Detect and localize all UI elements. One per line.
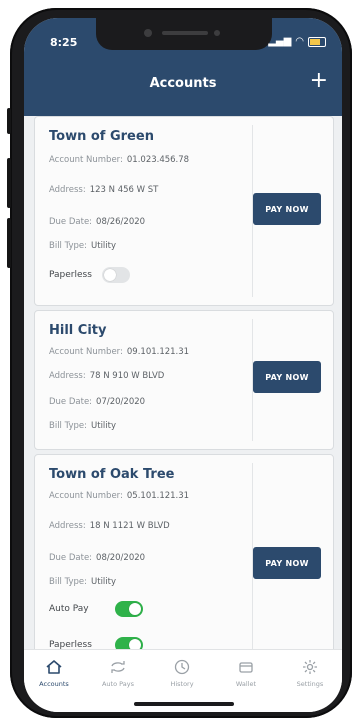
paperless-row: Paperless [49,267,130,283]
accounts-list[interactable]: Town of Green Account Number: 01.023.456.… [24,116,342,650]
bill-type-value: Utility [91,577,117,587]
home-icon [46,660,62,674]
account-name: Hill City [49,323,107,338]
due-date-label: Due Date: [49,217,93,227]
due-date-row: Due Date: 08/20/2020 [49,553,145,563]
mute-switch [7,108,11,134]
address-value: 18 N 1121 W BLVD [89,521,170,531]
account-number-value: 05.101.121.31 [126,491,190,501]
account-number-label: Account Number: [49,155,123,165]
home-indicator[interactable] [134,702,234,706]
address-value: 123 N 456 W ST [89,185,159,195]
address-value: 78 N 910 W BLVD [89,371,165,381]
address-row: Address: 18 N 1121 W BLVD [49,521,170,531]
account-name: Town of Green [49,129,154,144]
autopay-label: Auto Pay [49,604,89,614]
account-number-label: Account Number: [49,491,123,501]
autopay-row: Auto Pay [49,601,143,617]
app-screen: 8:25 ▂▄▆ ◠ Accounts + Town of Green Acco… [24,18,342,712]
battery-icon [308,36,326,47]
bill-type-value: Utility [91,421,117,431]
tab-bar: Accounts Auto Pays History Wallet Settin… [24,649,342,712]
volume-down-button [7,218,11,268]
wifi-icon: ◠ [295,36,304,47]
account-name: Town of Oak Tree [49,467,175,482]
address-label: Address: [49,371,86,381]
due-date-value: 08/20/2020 [96,553,146,563]
account-card: Town of Oak Tree Account Number: 05.101.1… [34,454,334,650]
account-number-value: 01.023.456.78 [126,155,190,165]
wallet-icon [239,662,253,673]
address-row: Address: 123 N 456 W ST [49,185,158,195]
account-number-row: Account Number: 09.101.121.31 [49,347,189,357]
tab-label: Settings [296,680,324,688]
bill-type-label: Bill Type: [49,421,88,431]
pay-now-button[interactable]: PAY NOW [253,193,321,225]
due-date-label: Due Date: [49,553,93,563]
notch [96,18,272,50]
address-label: Address: [49,521,86,531]
status-icons: ▂▄▆ ◠ [268,36,326,47]
repeat-icon [111,661,125,673]
toggle-knob [103,269,116,281]
status-time: 8:25 [50,36,78,49]
bill-type-row: Bill Type: Utility [49,421,116,431]
sensor-dot [214,30,220,36]
tab-auto-pays[interactable]: Auto Pays [88,658,148,688]
page-title: Accounts [149,76,217,91]
account-card: Hill City Account Number: 09.101.121.31 A… [34,310,334,450]
account-number-label: Account Number: [49,347,123,357]
tab-label: Auto Pays [101,680,134,688]
autopay-toggle[interactable] [115,601,143,617]
bill-type-value: Utility [91,241,117,251]
tab-settings[interactable]: Settings [280,658,340,688]
due-date-row: Due Date: 07/20/2020 [49,397,145,407]
signal-icon: ▂▄▆ [268,36,292,47]
gear-icon [303,660,317,674]
camera-icon [144,29,152,37]
address-row: Address: 78 N 910 W BLVD [49,371,164,381]
tab-history[interactable]: History [152,658,212,688]
tab-label: Wallet [235,680,257,688]
tab-label: History [170,680,194,688]
due-date-label: Due Date: [49,397,93,407]
tab-label: Accounts [39,680,69,688]
bill-type-label: Bill Type: [49,577,88,587]
due-date-row: Due Date: 08/26/2020 [49,217,145,227]
due-date-value: 07/20/2020 [96,397,146,407]
paperless-label: Paperless [49,270,92,280]
add-account-button[interactable]: + [310,68,328,93]
clock-icon [174,659,190,675]
tab-accounts[interactable]: Accounts [24,658,84,688]
speaker-grille [162,31,208,35]
pay-now-button[interactable]: PAY NOW [253,361,321,393]
tab-wallet[interactable]: Wallet [216,658,276,688]
address-label: Address: [49,185,86,195]
account-card: Town of Green Account Number: 01.023.456.… [34,116,334,306]
pay-now-button[interactable]: PAY NOW [253,547,321,579]
volume-up-button [7,158,11,208]
account-number-row: Account Number: 01.023.456.78 [49,155,189,165]
account-number-row: Account Number: 05.101.121.31 [49,491,189,501]
app-header: 8:25 ▂▄▆ ◠ Accounts + [24,18,342,116]
toggle-knob [129,603,141,615]
paperless-toggle[interactable] [101,267,130,283]
bill-type-label: Bill Type: [49,241,88,251]
due-date-value: 08/26/2020 [96,217,146,227]
bill-type-row: Bill Type: Utility [49,241,116,251]
account-number-value: 09.101.121.31 [126,347,190,357]
bill-type-row: Bill Type: Utility [49,577,116,587]
